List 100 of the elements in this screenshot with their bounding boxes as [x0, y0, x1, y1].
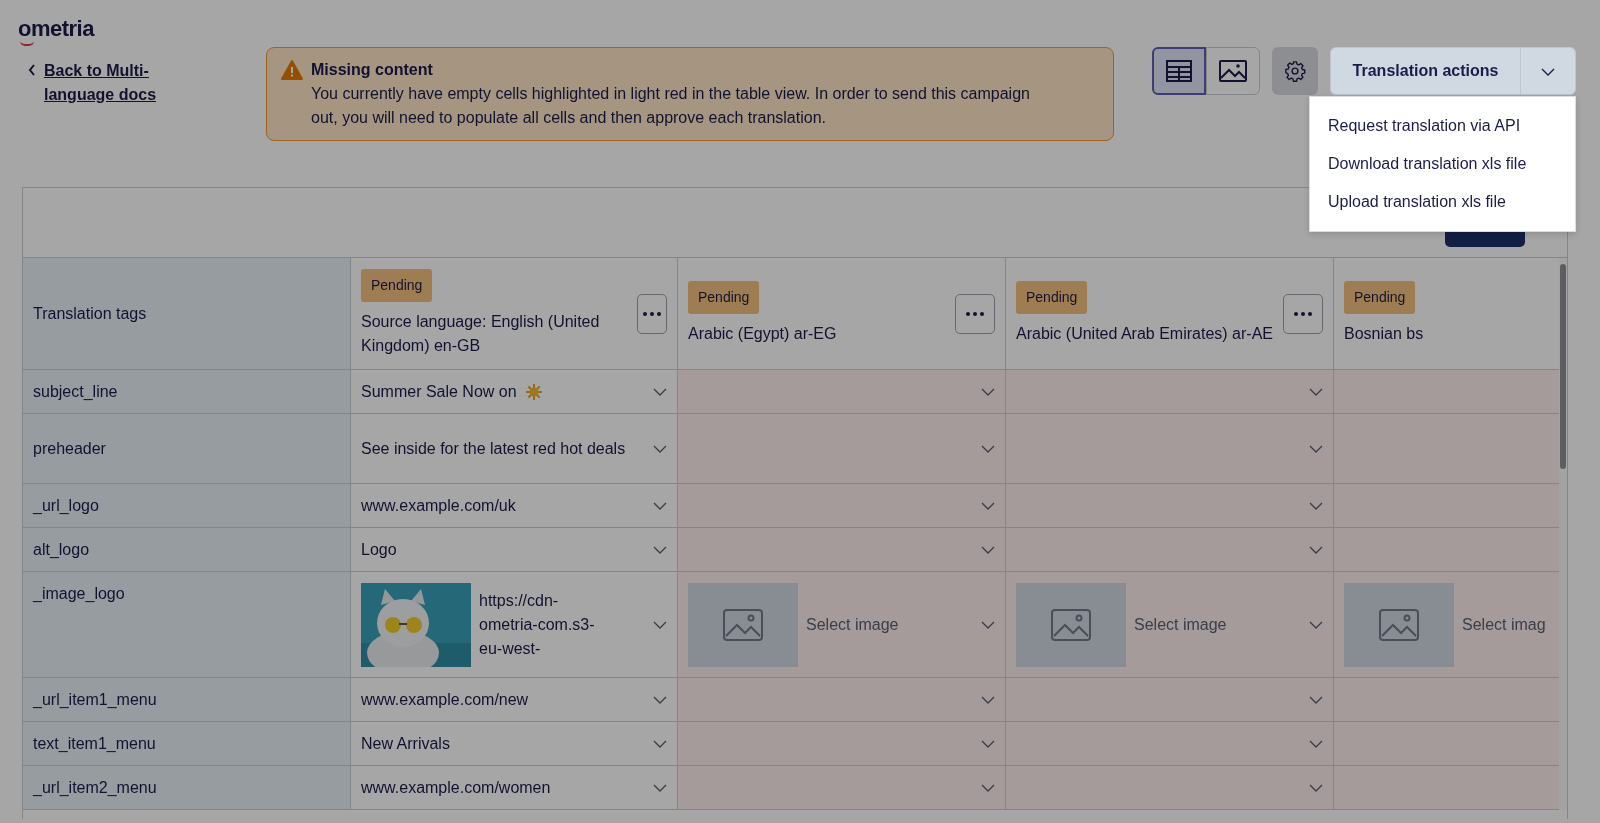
chevron-icon[interactable]	[1309, 501, 1323, 510]
table-cell[interactable]: Select imag	[1334, 572, 1559, 678]
menu-item[interactable]: Download translation xls file	[1310, 145, 1575, 183]
ellipsis-icon	[1294, 311, 1312, 316]
chevron-icon[interactable]	[981, 545, 995, 554]
chevron-icon[interactable]	[981, 739, 995, 748]
logo: ometria	[18, 12, 94, 45]
table-cell[interactable]	[1334, 414, 1559, 484]
table-cell[interactable]	[1006, 528, 1334, 572]
table-cell[interactable]	[678, 528, 1006, 572]
cell-text: See inside for the latest red hot deals	[361, 438, 626, 459]
cell-text: Logo	[361, 539, 397, 560]
chevron-icon[interactable]	[1309, 695, 1323, 704]
image-placeholder[interactable]	[688, 582, 798, 667]
placeholder-text: Select image	[1134, 614, 1227, 635]
chevron-icon[interactable]	[653, 620, 667, 629]
more-button[interactable]	[1283, 293, 1323, 334]
chevron-icon[interactable]	[653, 444, 667, 453]
settings-button[interactable]	[1272, 47, 1318, 95]
chevron-icon[interactable]	[1309, 739, 1323, 748]
table-cell[interactable]	[678, 722, 1006, 766]
back-link[interactable]: Back to Multi-language docs	[44, 59, 194, 107]
language-name: Arabic (Egypt) ar-EG	[688, 324, 837, 344]
chevron-icon[interactable]	[1309, 444, 1323, 453]
table-cell[interactable]	[1006, 766, 1334, 810]
table-cell[interactable]	[1334, 722, 1559, 766]
chevron-icon[interactable]	[653, 387, 667, 396]
sun-icon	[524, 382, 543, 401]
table-cell[interactable]	[1006, 370, 1334, 414]
status-badge: Pending	[1344, 281, 1416, 314]
tag-cell: _url_item2_menu	[23, 766, 351, 810]
language-name: Arabic (United Arab Emirates) ar-AE	[1016, 324, 1273, 344]
table-cell[interactable]	[678, 484, 1006, 528]
more-button[interactable]	[955, 293, 995, 334]
image-view-button[interactable]	[1206, 47, 1260, 95]
table-cell[interactable]	[678, 414, 1006, 484]
dropdown-toggle[interactable]	[1520, 47, 1576, 95]
menu-item[interactable]: Upload translation xls file	[1310, 183, 1575, 221]
tag-cell: _url_item1_menu	[23, 678, 351, 722]
table-cell[interactable]	[1006, 678, 1334, 722]
status-badge: Pending	[361, 269, 433, 302]
table-cell[interactable]	[1006, 722, 1334, 766]
placeholder-text: Select image	[806, 614, 899, 635]
table-cell[interactable]: Select image	[1006, 572, 1334, 678]
table-view-button[interactable]	[1152, 47, 1206, 95]
image-icon	[1219, 60, 1247, 82]
chevron-icon[interactable]	[1309, 620, 1323, 629]
chevron-icon[interactable]	[653, 501, 667, 510]
menu-item[interactable]: Request translation via API	[1310, 107, 1575, 145]
status-badge: Pending	[1016, 281, 1088, 314]
table-cell[interactable]: Summer Sale Now on	[351, 370, 678, 414]
cell-text: Summer Sale Now on	[361, 381, 517, 402]
chevron-icon[interactable]	[981, 501, 995, 510]
tag-cell: text_item1_menu	[23, 722, 351, 766]
chevron-icon[interactable]	[981, 783, 995, 792]
table-cell[interactable]	[678, 678, 1006, 722]
tag-cell: _url_logo	[23, 484, 351, 528]
ellipsis-icon	[643, 311, 661, 316]
chevron-down-icon	[1541, 67, 1555, 76]
chevron-icon[interactable]	[653, 695, 667, 704]
placeholder-text: Select imag	[1462, 614, 1546, 635]
image-placeholder[interactable]	[1344, 582, 1454, 667]
cell-text: New Arrivals	[361, 733, 450, 754]
table-cell[interactable]	[1334, 370, 1559, 414]
more-button[interactable]	[637, 293, 667, 334]
table-icon	[1166, 60, 1192, 82]
chevron-icon[interactable]	[981, 444, 995, 453]
cell-text: www.example.com/women	[361, 777, 551, 798]
table-cell[interactable]	[678, 766, 1006, 810]
translation-actions-button[interactable]: Translation actions	[1330, 47, 1520, 95]
chevron-icon[interactable]	[981, 387, 995, 396]
image-placeholder[interactable]	[1016, 582, 1126, 667]
table-cell[interactable]: Select image	[678, 572, 1006, 678]
chevron-icon[interactable]	[1309, 545, 1323, 554]
chevron-icon[interactable]	[653, 739, 667, 748]
table-cell[interactable]	[1334, 766, 1559, 810]
chevron-icon[interactable]	[1309, 783, 1323, 792]
table-cell[interactable]: https://cdn-ometria-com.s3-eu-west-	[351, 572, 678, 678]
chevron-icon[interactable]	[981, 695, 995, 704]
tag-cell: alt_logo	[23, 528, 351, 572]
language-name: Bosnian bs	[1344, 324, 1424, 344]
chevron-icon[interactable]	[653, 545, 667, 554]
chevron-icon[interactable]	[981, 620, 995, 629]
table-cell[interactable]	[1006, 414, 1334, 484]
table-cell[interactable]	[678, 370, 1006, 414]
gear-icon	[1284, 60, 1306, 82]
tag-cell: _image_logo	[23, 572, 351, 678]
table-cell[interactable]	[1334, 484, 1559, 528]
chevron-icon[interactable]	[653, 783, 667, 792]
cell-text: www.example.com/uk	[361, 495, 516, 516]
chevron-icon[interactable]	[1309, 387, 1323, 396]
cell-text: www.example.com/new	[361, 689, 529, 710]
table-cell[interactable]	[1006, 484, 1334, 528]
table-cell[interactable]	[1334, 528, 1559, 572]
language-name: Source language: English (United Kingdom) en-GB	[361, 312, 601, 356]
back-chevron-icon	[28, 64, 36, 76]
alert-message: You currently have empty cells highlighted in light red in the table view. In order to send this campaign out, you will need to populate all cells and then approve each translation.	[311, 84, 1031, 128]
table-cell[interactable]	[1334, 678, 1559, 722]
tag-cell: subject_line	[23, 370, 351, 414]
table-cell[interactable]: www.example.com/women	[351, 766, 678, 810]
